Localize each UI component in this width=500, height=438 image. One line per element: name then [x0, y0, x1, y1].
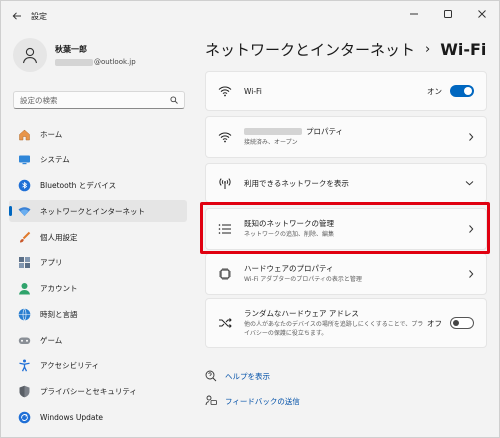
sidebar-item-home[interactable]: ホーム — [9, 123, 187, 145]
feedback-link[interactable]: フィードバックの送信 — [225, 396, 300, 407]
brush-icon — [18, 231, 31, 244]
page-title: ネットワークとインターネット › Wi-Fi — [205, 39, 486, 60]
known-networks-description: ネットワークの追加、削除、編集 — [244, 231, 335, 239]
antenna-icon — [218, 176, 232, 190]
random-address-label: ランダムなハードウェア アドレス — [244, 309, 359, 319]
sidebar-item-gaming[interactable]: ゲーム — [9, 329, 187, 351]
profile-name: 秋葉一郎 — [55, 45, 87, 54]
random-address-description: 他の人があなたのデバイスの場所を追跡しにくくすることで、プライバシーの保護に役立… — [244, 321, 424, 337]
back-button[interactable] — [7, 6, 27, 26]
help-links: ヘルプを表示 フィードバックの送信 — [205, 369, 300, 419]
sidebar-item-accounts[interactable]: アカウント — [9, 278, 187, 300]
shuffle-icon — [218, 316, 232, 330]
title-bar: 設定 — [1, 1, 499, 31]
sidebar-item-privacy[interactable]: プライバシーとセキュリティ — [9, 381, 187, 403]
profile-email: @outlook.jp — [55, 58, 136, 66]
breadcrumb-current: Wi-Fi — [440, 40, 487, 59]
maximize-button[interactable] — [431, 1, 465, 27]
breadcrumb-separator: › — [425, 42, 431, 57]
time-language-icon — [18, 308, 31, 321]
wifi-toggle[interactable] — [450, 85, 474, 97]
redacted-network-name — [244, 128, 302, 136]
minimize-icon — [410, 13, 418, 15]
sidebar-item-accessibility[interactable]: アクセシビリティ — [9, 355, 187, 377]
search-icon — [170, 96, 178, 104]
sidebar-item-system[interactable]: システム — [9, 149, 187, 171]
accessibility-icon — [18, 359, 31, 372]
user-profile[interactable]: 秋葉一郎 @outlook.jp — [13, 38, 136, 72]
settings-window: 設定 秋葉一郎 @outlook.jp 設定の検索 ホーム システム Bluet… — [0, 0, 500, 438]
breadcrumb-network[interactable]: ネットワークとインターネット — [205, 39, 415, 60]
minimize-button[interactable] — [397, 1, 431, 27]
sidebar-item-windows-update[interactable]: Windows Update — [9, 406, 187, 428]
search-input[interactable] — [20, 95, 170, 105]
help-link[interactable]: ヘルプを表示 — [225, 371, 270, 382]
chevron-right-icon — [469, 225, 474, 233]
sidebar-nav: ホーム システム Bluetooth とデバイス ネットワークとインターネット … — [9, 123, 187, 432]
hardware-properties-description: Wi-Fi アダプターのプロパティの表示と管理 — [244, 276, 362, 284]
properties-label: プロパティ — [306, 127, 344, 137]
back-arrow-icon — [12, 12, 21, 20]
connection-status: 接続済み、オープン — [244, 139, 298, 147]
wifi-icon — [218, 84, 232, 98]
home-icon — [18, 128, 31, 141]
wifi-toggle-card: Wi-Fi オン — [205, 71, 487, 111]
account-icon — [18, 282, 31, 295]
help-icon — [205, 370, 217, 382]
maximize-icon — [444, 10, 452, 18]
available-networks-card[interactable]: 利用できるネットワークを表示 — [205, 163, 487, 203]
gaming-icon — [18, 334, 31, 347]
hardware-properties-label: ハードウェアのプロパティ — [244, 264, 334, 274]
feedback-icon — [205, 395, 217, 407]
sidebar-item-personalization[interactable]: 個人用設定 — [9, 226, 187, 248]
sidebar-item-apps[interactable]: アプリ — [9, 252, 187, 274]
chevron-right-icon — [469, 270, 474, 278]
network-properties-card[interactable]: プロパティ 接続済み、オープン — [205, 116, 487, 158]
system-icon — [18, 153, 31, 166]
random-address-toggle-state: オフ — [427, 318, 442, 328]
known-networks-card[interactable]: 既知のネットワークの管理 ネットワークの追加、削除、編集 — [205, 208, 487, 250]
close-button[interactable] — [465, 1, 499, 27]
avatar — [13, 38, 47, 72]
list-icon — [218, 222, 232, 236]
close-icon — [478, 10, 486, 18]
sidebar-item-bluetooth[interactable]: Bluetooth とデバイス — [9, 175, 187, 197]
random-hardware-address-card: ランダムなハードウェア アドレス 他の人があなたのデバイスの場所を追跡しにくくす… — [205, 298, 487, 348]
hardware-properties-card[interactable]: ハードウェアのプロパティ Wi-Fi アダプターのプロパティの表示と管理 — [205, 253, 487, 295]
apps-icon — [18, 256, 31, 269]
sidebar-item-network[interactable]: ネットワークとインターネット — [9, 200, 187, 223]
window-controls — [397, 1, 499, 29]
known-networks-label: 既知のネットワークの管理 — [244, 219, 334, 229]
redacted-email-prefix — [55, 58, 93, 66]
wifi-icon — [218, 130, 232, 144]
chevron-right-icon — [469, 133, 474, 141]
chip-icon — [218, 267, 232, 281]
shield-icon — [18, 385, 31, 398]
bluetooth-icon — [18, 179, 31, 192]
wifi-toggle-state: オン — [427, 86, 442, 96]
available-networks-label: 利用できるネットワークを表示 — [244, 178, 349, 188]
settings-search[interactable] — [13, 91, 185, 109]
sidebar-item-time-language[interactable]: 時刻と言語 — [9, 303, 187, 325]
chevron-down-icon — [465, 181, 474, 186]
network-icon — [18, 205, 31, 218]
window-title: 設定 — [31, 11, 47, 21]
user-icon — [22, 47, 38, 64]
windows-update-icon — [18, 411, 31, 424]
random-address-toggle[interactable] — [450, 317, 474, 329]
